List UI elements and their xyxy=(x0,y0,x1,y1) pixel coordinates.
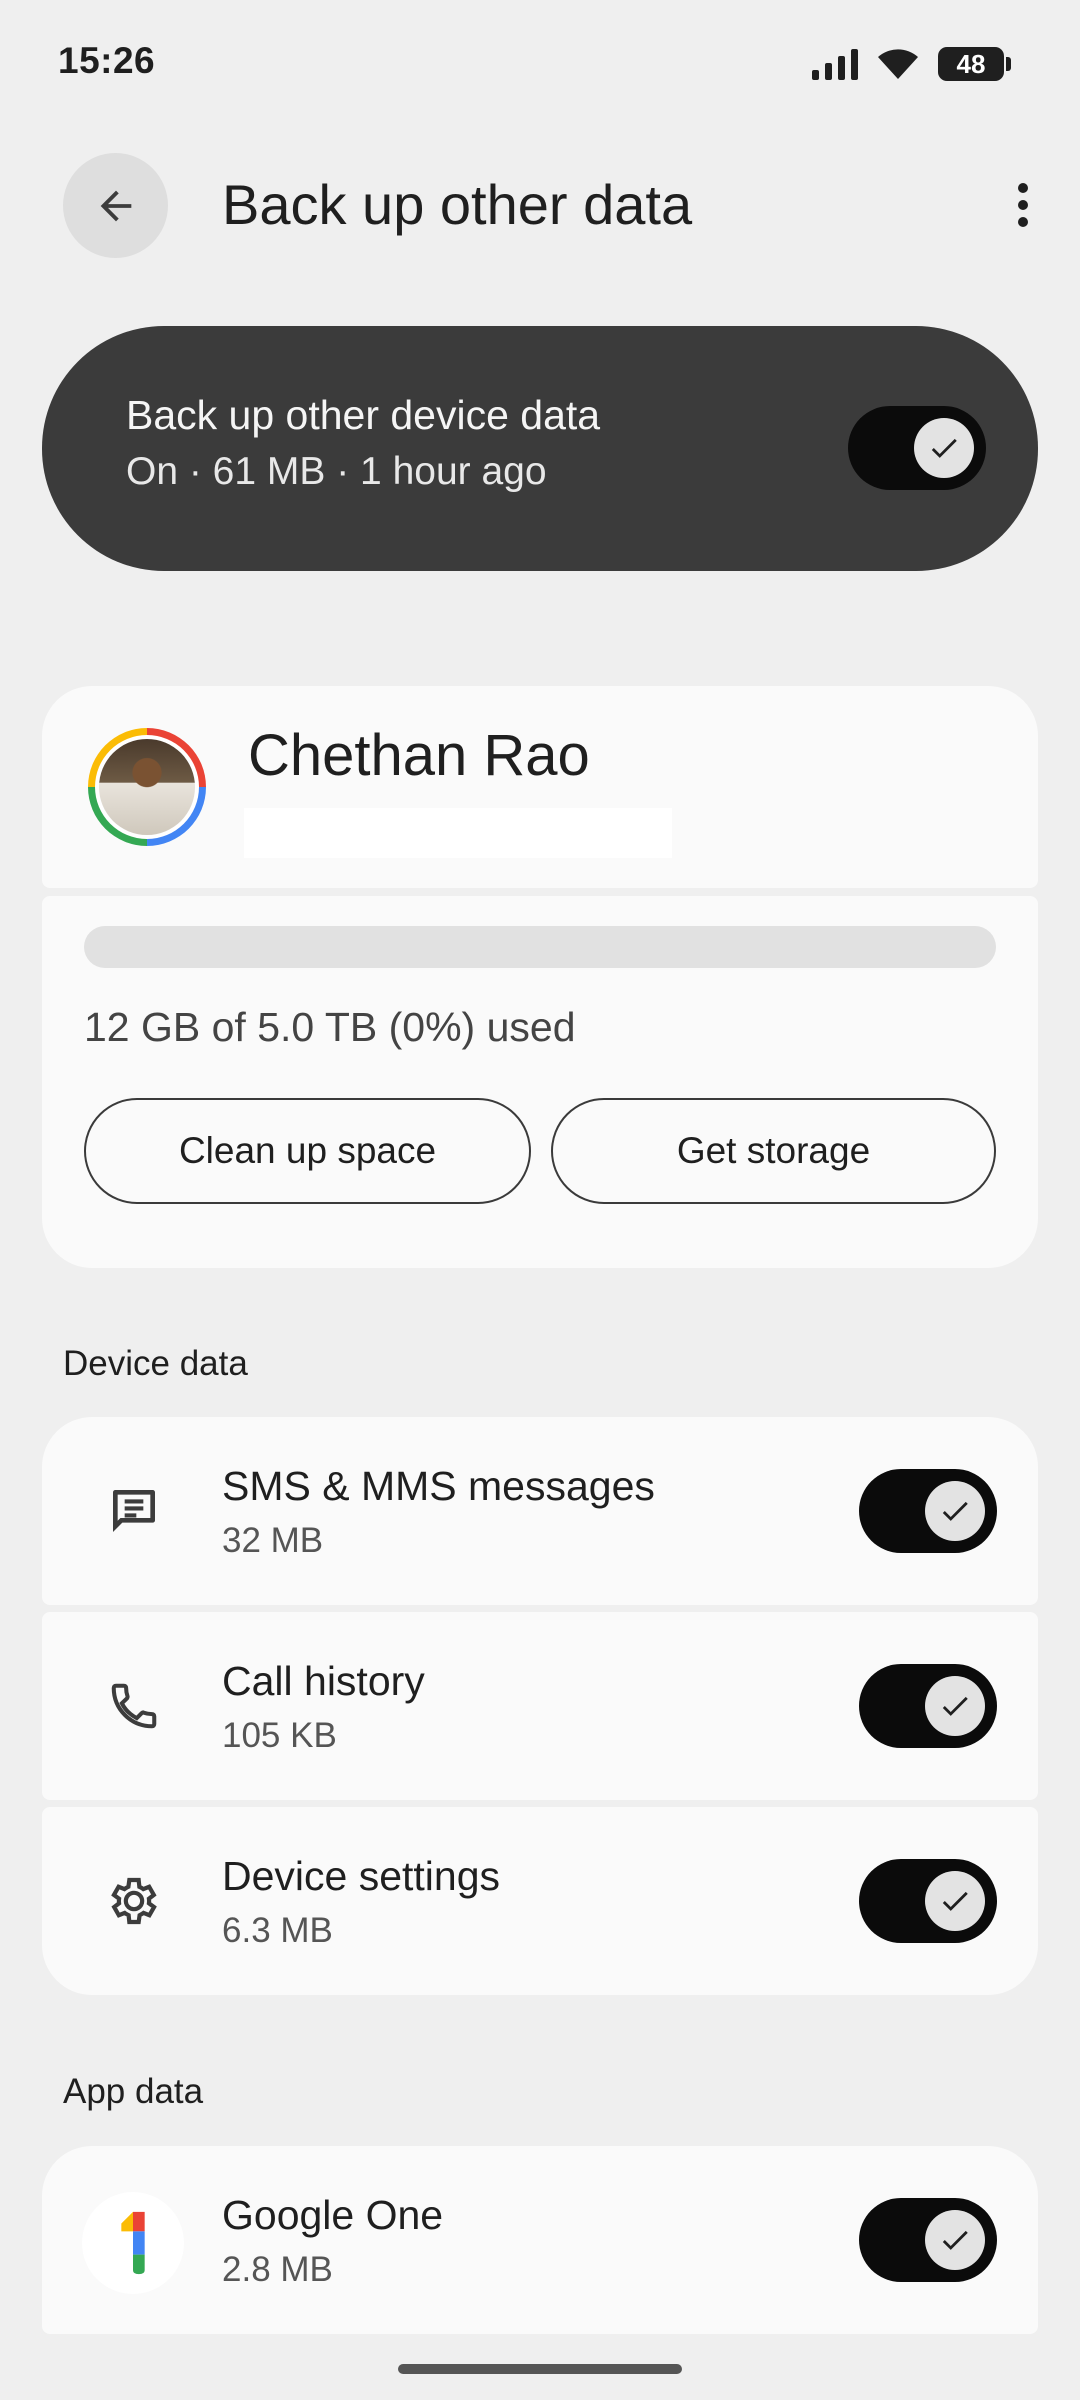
gear-icon xyxy=(98,1865,170,1937)
more-vert-icon xyxy=(1018,183,1028,227)
back-button[interactable] xyxy=(63,153,168,258)
check-icon xyxy=(931,438,957,458)
storage-progress-bar xyxy=(84,926,996,968)
list-item-size: 6.3 MB xyxy=(222,1911,333,1950)
check-icon xyxy=(942,1696,968,1716)
list-item-title: Call history xyxy=(222,1658,425,1704)
toggle-knob xyxy=(914,418,974,478)
account-email-redacted xyxy=(244,808,672,858)
google-one-icon xyxy=(82,2192,184,2294)
check-icon xyxy=(942,1891,968,1911)
get-storage-button[interactable]: Get storage xyxy=(551,1098,996,1204)
device-settings-toggle[interactable] xyxy=(859,1859,997,1943)
avatar[interactable] xyxy=(88,728,206,846)
sms-toggle[interactable] xyxy=(859,1469,997,1553)
list-item-title: Device settings xyxy=(222,1853,501,1899)
master-backup-toggle[interactable] xyxy=(848,406,986,490)
wifi-icon xyxy=(878,49,918,79)
phone-icon xyxy=(98,1670,170,1742)
list-item-size: 32 MB xyxy=(222,1521,324,1560)
message-icon xyxy=(98,1475,170,1547)
master-backup-status: On · 61 MB · 1 hour ago xyxy=(126,450,547,493)
list-item-title: Google One xyxy=(222,2192,444,2238)
toggle-knob xyxy=(925,1676,985,1736)
toggle-knob xyxy=(925,2210,985,2270)
list-item-size: 2.8 MB xyxy=(222,2250,333,2289)
master-backup-title: Back up other device data xyxy=(126,392,601,438)
status-time: 15:26 xyxy=(58,40,156,81)
storage-usage-text: 12 GB of 5.0 TB (0%) used xyxy=(84,1004,576,1050)
clean-up-space-button[interactable]: Clean up space xyxy=(84,1098,531,1204)
google-one-toggle[interactable] xyxy=(859,2198,997,2282)
battery-level: 48 xyxy=(956,48,986,79)
list-item-call-history[interactable]: Call history 105 KB xyxy=(42,1612,1038,1800)
list-item-sms[interactable]: SMS & MMS messages 32 MB xyxy=(42,1417,1038,1605)
battery-icon: 48 xyxy=(938,47,1011,81)
list-item-size: 105 KB xyxy=(222,1716,337,1755)
account-name: Chethan Rao xyxy=(248,723,590,788)
toggle-knob xyxy=(925,1871,985,1931)
status-icons: 48 xyxy=(812,44,1011,84)
page-title: Back up other data xyxy=(222,173,693,236)
list-item-device-settings[interactable]: Device settings 6.3 MB xyxy=(42,1807,1038,1995)
signal-icon xyxy=(812,48,858,80)
more-options-button[interactable] xyxy=(998,175,1048,235)
master-backup-card[interactable]: Back up other device data On · 61 MB · 1… xyxy=(42,326,1038,571)
list-item-title: SMS & MMS messages xyxy=(222,1463,655,1509)
device-data-header: Device data xyxy=(63,1344,248,1383)
call-history-toggle[interactable] xyxy=(859,1664,997,1748)
avatar-photo xyxy=(99,739,195,835)
app-data-header: App data xyxy=(63,2072,204,2111)
list-item-google-one[interactable]: Google One 2.8 MB xyxy=(42,2146,1038,2334)
check-icon xyxy=(942,1501,968,1521)
arrow-back-icon xyxy=(100,190,131,221)
toggle-knob xyxy=(925,1481,985,1541)
home-indicator[interactable] xyxy=(398,2364,682,2374)
check-icon xyxy=(942,2230,968,2250)
